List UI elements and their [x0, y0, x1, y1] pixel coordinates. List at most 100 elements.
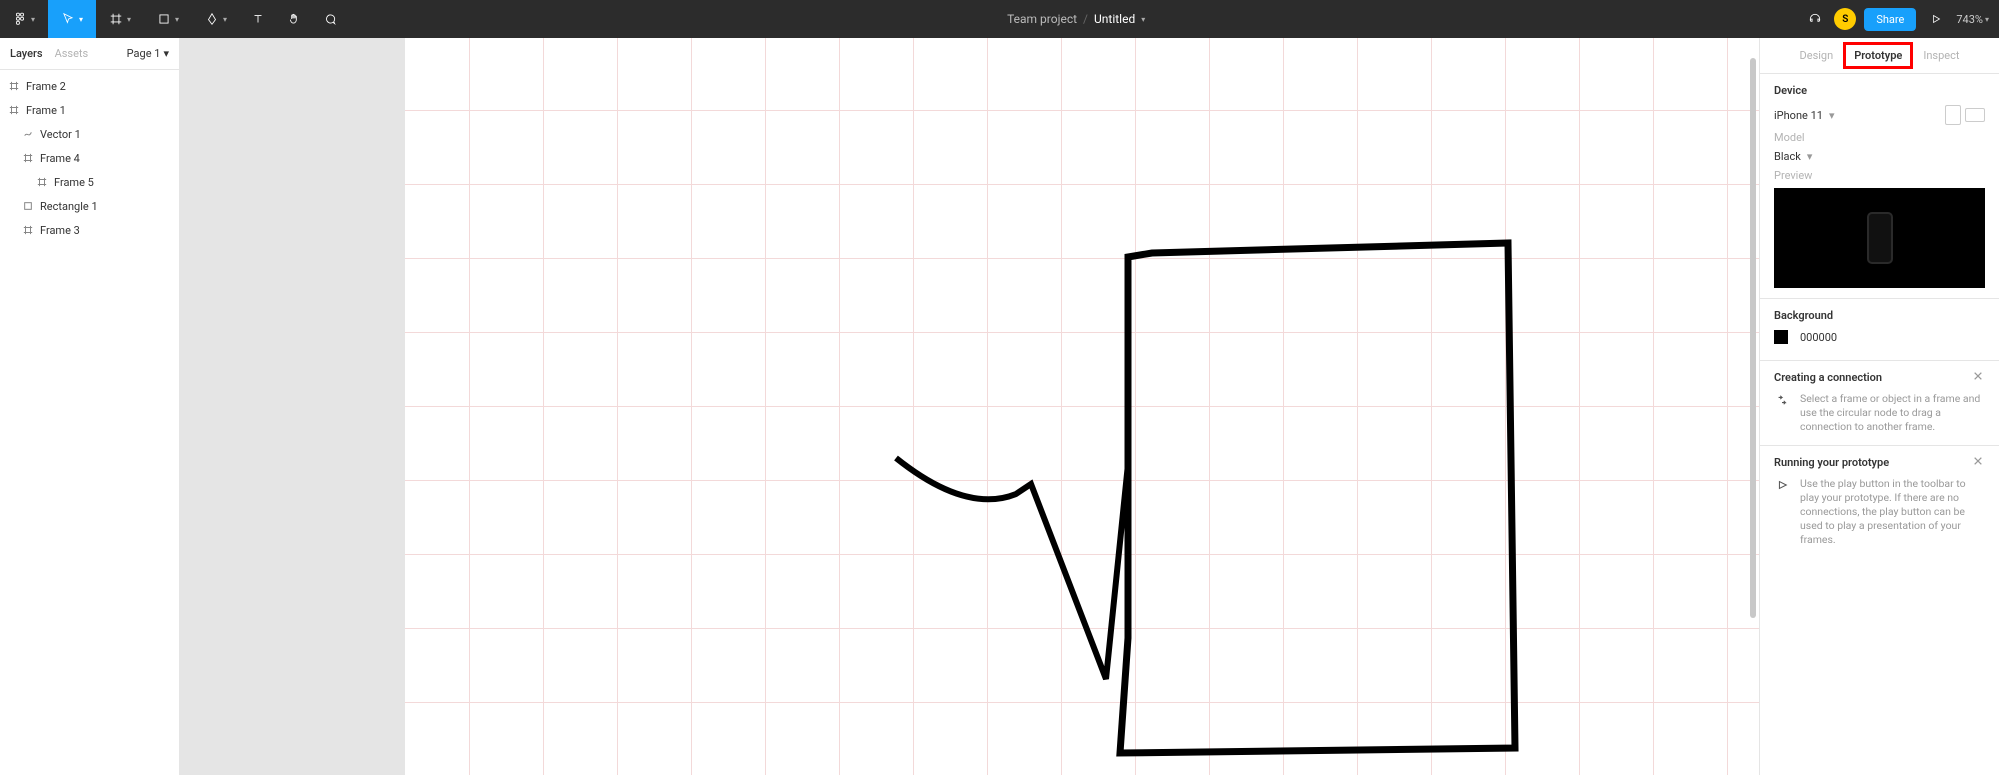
- vector-icon: [22, 128, 34, 140]
- model-label: Model: [1774, 131, 1805, 144]
- tab-inspect[interactable]: Inspect: [1919, 47, 1963, 64]
- right-panel: Design Prototype Inspect Device iPhone 1…: [1759, 38, 1999, 775]
- layer-label: Frame 2: [26, 80, 66, 93]
- chevron-down-icon: ▾: [175, 15, 179, 24]
- layer-item[interactable]: Rectangle 1: [0, 194, 179, 218]
- file-name: Untitled: [1094, 12, 1135, 26]
- rect-icon: [22, 200, 34, 212]
- frame-icon: [22, 152, 34, 164]
- play-icon: [1930, 13, 1942, 25]
- right-panel-tabs: Design Prototype Inspect: [1760, 38, 1999, 74]
- figma-logo-icon: [13, 12, 27, 26]
- layer-label: Frame 4: [40, 152, 80, 165]
- connection-icon: [1774, 392, 1790, 435]
- breadcrumb-slash: /: [1083, 12, 1088, 26]
- layer-item[interactable]: Vector 1: [0, 122, 179, 146]
- layer-label: Rectangle 1: [40, 200, 98, 213]
- preview-label: Preview: [1774, 169, 1812, 182]
- main-menu-button[interactable]: ▾: [0, 0, 48, 38]
- chevron-down-icon: ▾: [79, 15, 83, 24]
- text-tool[interactable]: [240, 0, 276, 38]
- frame-icon: [8, 104, 20, 116]
- device-title: Device: [1774, 84, 1985, 97]
- zoom-dropdown[interactable]: 743% ▾: [1956, 13, 1989, 26]
- layer-label: Frame 1: [26, 104, 66, 117]
- pen-tool[interactable]: ▾: [192, 0, 240, 38]
- page-selector[interactable]: Page 1 ▾: [127, 47, 169, 60]
- help-running-body: Use the play button in the toolbar to pl…: [1800, 477, 1985, 548]
- frame-icon: [109, 12, 123, 26]
- main-area: Layers Assets Page 1 ▾ Frame 2 Frame 1 V…: [0, 38, 1999, 775]
- hand-icon: [287, 12, 301, 26]
- layer-label: Frame 5: [54, 176, 94, 189]
- cursor-icon: [61, 12, 75, 26]
- layer-item[interactable]: Frame 1: [0, 98, 179, 122]
- layer-label: Frame 3: [40, 224, 80, 237]
- background-swatch[interactable]: [1774, 330, 1788, 344]
- canvas[interactable]: [180, 38, 1759, 775]
- frame-icon: [8, 80, 20, 92]
- orientation-landscape[interactable]: [1965, 108, 1985, 122]
- toolbar-left: ▾ ▾ ▾ ▾ ▾: [0, 0, 348, 38]
- left-panel: Layers Assets Page 1 ▾ Frame 2 Frame 1 V…: [0, 38, 180, 775]
- present-button[interactable]: [1924, 7, 1948, 31]
- chevron-down-icon: ▾: [1985, 15, 1989, 24]
- layer-item[interactable]: Frame 5: [0, 170, 179, 194]
- frame-tool[interactable]: ▾: [96, 0, 144, 38]
- hand-tool[interactable]: [276, 0, 312, 38]
- close-button[interactable]: [1973, 456, 1985, 468]
- page-label: Page 1: [127, 47, 161, 60]
- device-value[interactable]: iPhone 11: [1774, 109, 1823, 122]
- canvas-rectangle[interactable]: [1120, 243, 1520, 753]
- device-preview: [1774, 188, 1985, 288]
- chevron-down-icon: ▾: [223, 15, 227, 24]
- chevron-down-icon: ▾: [1141, 15, 1145, 24]
- user-avatar[interactable]: S: [1834, 8, 1856, 30]
- share-button[interactable]: Share: [1864, 8, 1916, 31]
- orientation-portrait[interactable]: [1945, 105, 1961, 125]
- top-toolbar: ▾ ▾ ▾ ▾ ▾ Team project / Untitled: [0, 0, 1999, 38]
- canvas-outside: [180, 38, 405, 775]
- play-icon: [1774, 477, 1790, 548]
- help-connection: Creating a connection Select a frame or …: [1760, 361, 1999, 446]
- zoom-value: 743%: [1956, 13, 1983, 26]
- text-icon: [251, 12, 265, 26]
- chevron-down-icon: ▾: [1829, 109, 1835, 122]
- tab-layers[interactable]: Layers: [10, 47, 43, 60]
- layer-item[interactable]: Frame 3: [0, 218, 179, 242]
- phone-mock-icon: [1867, 212, 1893, 264]
- background-section: Background 000000: [1760, 299, 1999, 361]
- background-value[interactable]: 000000: [1800, 331, 1837, 344]
- tab-design[interactable]: Design: [1796, 47, 1838, 64]
- help-connection-body: Select a frame or object in a frame and …: [1800, 392, 1985, 435]
- comment-icon: [323, 12, 337, 26]
- layer-item[interactable]: Frame 2: [0, 74, 179, 98]
- orientation-toggle: [1945, 105, 1985, 125]
- voice-chat-button[interactable]: [1804, 12, 1826, 26]
- device-section: Device iPhone 11 ▾ Model Black ▾ Preview: [1760, 74, 1999, 299]
- comment-tool[interactable]: [312, 0, 348, 38]
- move-tool[interactable]: ▾: [48, 0, 96, 38]
- layer-label: Vector 1: [40, 128, 81, 141]
- chevron-down-icon: ▾: [127, 15, 131, 24]
- chevron-down-icon: ▾: [1807, 150, 1813, 163]
- headphones-icon: [1808, 12, 1822, 26]
- help-running: Running your prototype Use the play butt…: [1760, 446, 1999, 558]
- left-panel-tabs: Layers Assets Page 1 ▾: [0, 38, 179, 70]
- layer-item[interactable]: Frame 4: [0, 146, 179, 170]
- chevron-down-icon: ▾: [163, 47, 169, 60]
- model-value[interactable]: Black: [1774, 150, 1801, 163]
- tab-assets[interactable]: Assets: [55, 47, 89, 60]
- frame-icon: [36, 176, 48, 188]
- team-name: Team project: [1007, 12, 1077, 26]
- tab-prototype[interactable]: Prototype: [1843, 42, 1913, 69]
- file-title-area[interactable]: Team project / Untitled ▾: [348, 12, 1804, 26]
- close-button[interactable]: [1973, 371, 1985, 383]
- background-title: Background: [1774, 309, 1985, 322]
- shape-tool[interactable]: ▾: [144, 0, 192, 38]
- canvas-scrollbar[interactable]: [1750, 58, 1756, 618]
- layer-list: Frame 2 Frame 1 Vector 1 Frame 4 Frame 5: [0, 70, 179, 775]
- canvas-vector[interactable]: [896, 454, 1146, 704]
- frame-icon: [22, 224, 34, 236]
- rectangle-icon: [157, 12, 171, 26]
